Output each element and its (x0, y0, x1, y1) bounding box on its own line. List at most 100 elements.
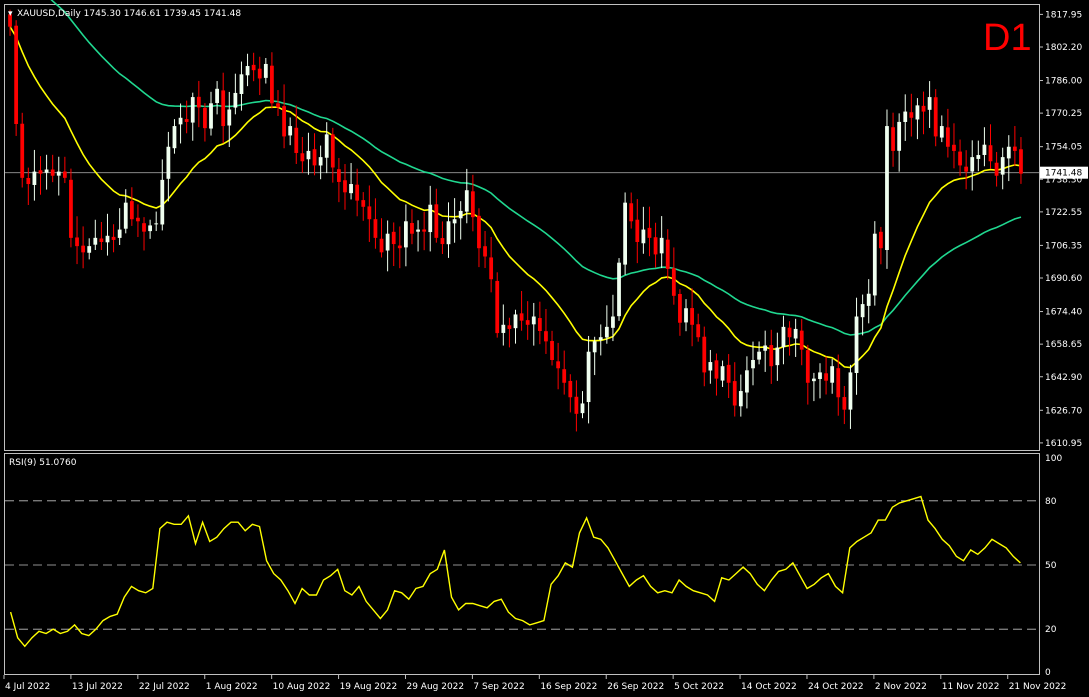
candle-body (166, 146, 171, 179)
ma-slow-line (50, 0, 1022, 336)
date-tick-label: 24 Oct 2022 (808, 682, 864, 692)
candle-body (501, 324, 506, 333)
candle-body (580, 403, 585, 414)
candle-body (56, 171, 61, 176)
candle-body (355, 184, 360, 201)
candle-body (726, 364, 731, 383)
current-price-label: 1741.48 (1045, 169, 1082, 179)
candle-body (288, 126, 293, 136)
price-tick-label: 1770.25 (1045, 109, 1082, 119)
candle-body (343, 180, 347, 193)
candle-body (489, 257, 494, 280)
candle-body (452, 219, 457, 224)
candle-body (751, 359, 755, 369)
candle-body (428, 204, 433, 233)
candle-body (276, 103, 280, 108)
candle-body (324, 134, 329, 158)
candle-body (32, 171, 37, 185)
candle-body (227, 109, 232, 126)
candle-body (111, 236, 116, 240)
candle-body (1012, 146, 1017, 151)
candle-body (708, 362, 713, 371)
candle-body (38, 170, 43, 174)
candle-body (653, 237, 658, 255)
candle-body (136, 217, 140, 222)
candle-body (793, 328, 798, 339)
candle-body (44, 169, 49, 173)
candle-body (75, 237, 79, 247)
candle-body (495, 280, 500, 334)
candle-body (62, 171, 67, 178)
candle-body (824, 373, 828, 381)
candle-body (617, 262, 621, 317)
candle-body (574, 396, 579, 414)
timeframe-badge: D1 (983, 17, 1032, 59)
date-tick-label: 10 Aug 2022 (273, 682, 331, 692)
candle-body (513, 314, 518, 329)
candle-body (172, 126, 177, 149)
candle-body (641, 229, 646, 244)
candle-body (550, 341, 554, 360)
rsi-axis: 100 80 50 20 0 (1045, 454, 1062, 678)
candle-body (129, 201, 134, 220)
candle-body (507, 325, 512, 329)
candle-body (690, 308, 694, 325)
candle-body (976, 155, 981, 159)
candle-body (318, 157, 323, 166)
date-tick-label: 19 Aug 2022 (340, 682, 398, 692)
candle-body (665, 239, 670, 269)
candle-body (891, 127, 895, 151)
candle-body (87, 246, 92, 253)
date-tick-label: 13 Jul 2022 (72, 682, 123, 692)
candle-body (20, 123, 25, 178)
candle-body (117, 229, 122, 238)
candle-body (836, 368, 841, 398)
rsi-series-line (9, 495, 1021, 648)
candle-body (903, 111, 908, 122)
candles (8, 9, 1023, 432)
candle-body (184, 119, 189, 122)
candle-body (330, 134, 335, 168)
moving-average-slow (50, 0, 1022, 336)
candle-body (885, 126, 889, 251)
candle-body (909, 112, 914, 118)
candle-body (647, 227, 652, 238)
candle-body (160, 179, 165, 225)
candle-body (458, 210, 463, 219)
candle-body (818, 372, 822, 379)
date-tick-label: 5 Oct 2022 (674, 682, 724, 692)
candle-body (50, 169, 55, 176)
candle-body (294, 127, 299, 153)
price-tick-label: 1817.95 (1045, 10, 1082, 20)
candle-body (586, 351, 591, 403)
candle-body (221, 90, 226, 127)
candle-body (805, 350, 810, 383)
candle-body (611, 316, 615, 328)
candle-body (93, 237, 98, 245)
candle-body (933, 97, 938, 137)
symbol-arrow-icon[interactable]: ▾ (8, 9, 13, 19)
candle-body (842, 397, 847, 410)
candle-body (464, 190, 469, 212)
rsi-tick-label: 100 (1045, 454, 1062, 464)
date-tick-label: 22 Jul 2022 (139, 682, 190, 692)
rsi-tick-label: 80 (1045, 497, 1057, 507)
date-tick-label: 2 Nov 2022 (875, 682, 927, 692)
candle-body (239, 74, 244, 94)
candle-body (148, 225, 152, 232)
date-tick-label: 11 Nov 2022 (942, 682, 1000, 692)
symbol-info: XAUUSD,Daily 1745.30 1746.61 1739.45 174… (17, 9, 241, 19)
candle-body (178, 117, 183, 125)
candle-body (257, 68, 262, 79)
candle-body (391, 231, 396, 245)
candle-body (696, 324, 701, 338)
candle-body (769, 345, 774, 367)
price-tick-label: 1690.60 (1045, 274, 1082, 284)
candle-body (367, 206, 372, 220)
candle-body (544, 331, 548, 342)
candle-body (799, 330, 804, 350)
candle-body (678, 293, 682, 323)
candle-body (958, 151, 962, 166)
rsi-label: RSI(9) 51.0760 (9, 458, 77, 468)
candle-body (282, 106, 286, 137)
